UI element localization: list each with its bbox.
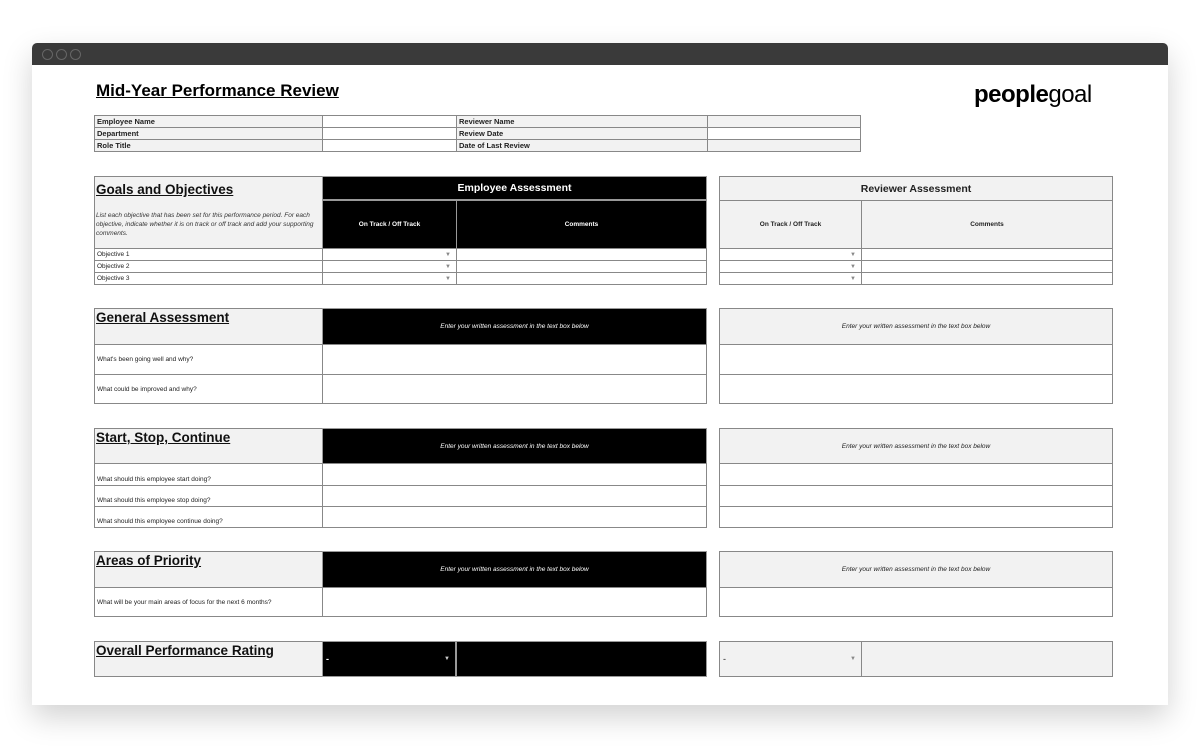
general-title: General Assessment xyxy=(96,310,230,325)
question-label: What should this employee continue doing… xyxy=(94,506,323,528)
role-title-input[interactable] xyxy=(322,139,457,152)
reviewer-answer-input[interactable] xyxy=(719,485,1113,507)
employee-comment-input[interactable] xyxy=(456,272,707,285)
role-title-label: Role Title xyxy=(94,139,323,152)
reviewer-prompt: Enter your written assessment in the tex… xyxy=(719,551,1113,588)
question-label: What should this employee stop doing? xyxy=(94,485,323,507)
reviewer-status-header: On Track / Off Track xyxy=(719,200,862,249)
employee-assessment-header: Employee Assessment xyxy=(322,176,707,200)
reviewer-prompt: Enter your written assessment in the tex… xyxy=(719,308,1113,345)
reviewer-rating-value: - xyxy=(723,654,726,664)
employee-comments-header: Comments xyxy=(456,200,707,249)
question-label: What's been going well and why? xyxy=(94,344,323,375)
employee-answer-input[interactable] xyxy=(322,485,707,507)
reviewer-assessment-header: Reviewer Assessment xyxy=(719,176,1113,201)
reviewer-rating-comment[interactable] xyxy=(861,641,1113,677)
employee-answer-input[interactable] xyxy=(322,587,707,617)
employee-answer-input[interactable] xyxy=(322,463,707,486)
ssc-title: Start, Stop, Continue xyxy=(96,430,231,445)
chevron-down-icon: ▼ xyxy=(445,251,451,258)
employee-rating-dropdown[interactable]: - ▼ xyxy=(322,641,456,677)
spreadsheet: Mid-Year Performance Review peoplegoal E… xyxy=(0,0,1200,748)
date-last-review-label: Date of Last Review xyxy=(456,139,708,152)
reviewer-status-dropdown[interactable]: ▼ xyxy=(719,272,862,285)
chevron-down-icon: ▼ xyxy=(850,656,856,662)
employee-answer-input[interactable] xyxy=(322,506,707,528)
reviewer-prompt: Enter your written assessment in the tex… xyxy=(719,428,1113,464)
chevron-down-icon: ▼ xyxy=(444,656,450,662)
reviewer-answer-input[interactable] xyxy=(719,506,1113,528)
reviewer-comment-input[interactable] xyxy=(861,272,1113,285)
employee-answer-input[interactable] xyxy=(322,344,707,375)
chevron-down-icon: ▼ xyxy=(850,263,856,270)
reviewer-answer-input[interactable] xyxy=(719,587,1113,617)
chevron-down-icon: ▼ xyxy=(850,251,856,258)
employee-rating-value: - xyxy=(326,654,329,664)
employee-prompt: Enter your written assessment in the tex… xyxy=(322,308,707,345)
reviewer-answer-input[interactable] xyxy=(719,463,1113,486)
employee-status-dropdown[interactable]: ▼ xyxy=(322,272,457,285)
reviewer-answer-input[interactable] xyxy=(719,374,1113,404)
page-title: Mid-Year Performance Review xyxy=(96,81,339,100)
peoplegoal-logo: peoplegoal xyxy=(974,81,1092,108)
goals-title: Goals and Objectives xyxy=(96,182,234,197)
employee-answer-input[interactable] xyxy=(322,374,707,404)
reviewer-rating-dropdown[interactable]: - ▼ xyxy=(719,641,862,677)
chevron-down-icon: ▼ xyxy=(445,263,451,270)
priority-title: Areas of Priority xyxy=(96,553,202,568)
reviewer-comments-header: Comments xyxy=(861,200,1113,249)
employee-rating-comment[interactable] xyxy=(456,641,707,677)
employee-prompt: Enter your written assessment in the tex… xyxy=(322,428,707,464)
date-last-review-input[interactable] xyxy=(707,139,861,152)
chevron-down-icon: ▼ xyxy=(850,275,856,282)
chevron-down-icon: ▼ xyxy=(445,275,451,282)
question-label: What should this employee start doing? xyxy=(94,463,323,486)
overall-title: Overall Performance Rating xyxy=(96,643,274,658)
employee-status-header: On Track / Off Track xyxy=(322,200,457,249)
reviewer-answer-input[interactable] xyxy=(719,344,1113,375)
question-label: What could be improved and why? xyxy=(94,374,323,404)
question-label: What will be your main areas of focus fo… xyxy=(94,587,323,617)
employee-prompt: Enter your written assessment in the tex… xyxy=(322,551,707,588)
goals-description: List each objective that has been set fo… xyxy=(96,212,314,237)
objective-label: Objective 3 xyxy=(94,272,323,285)
